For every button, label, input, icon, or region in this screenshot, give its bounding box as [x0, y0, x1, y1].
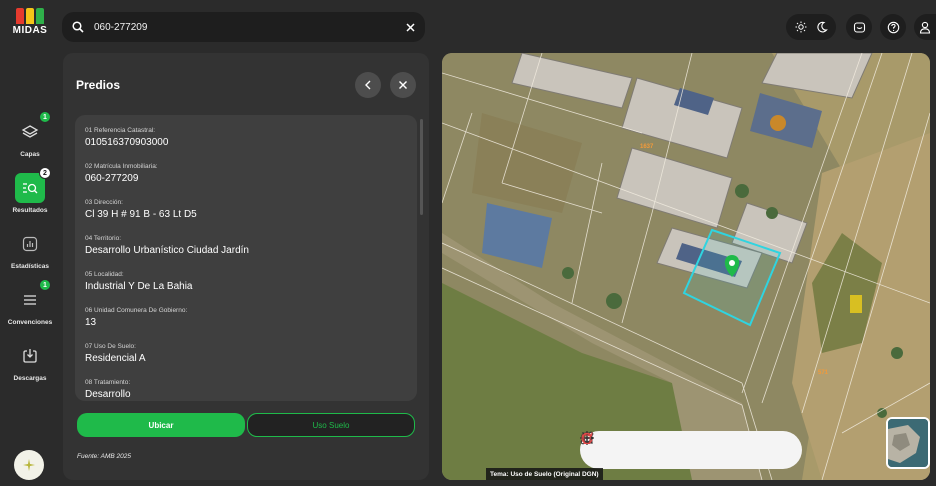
rail-label-estadisticas: Estadísticas [11, 263, 49, 270]
parcel-label-1637: 1637 [640, 144, 654, 150]
rail-item-capas[interactable]: 1 Capas [0, 111, 60, 158]
field-label: 05 Localidad: [85, 271, 124, 278]
map-toolbar [580, 431, 802, 469]
clear-search-icon[interactable] [406, 22, 415, 32]
sun-icon[interactable] [795, 21, 807, 33]
pan-tool[interactable] [580, 431, 688, 460]
rail-item-resultados[interactable]: 2 Resultados [0, 167, 60, 214]
search-bar[interactable]: 060-277209 [62, 12, 425, 42]
chevron-left-icon [365, 80, 371, 90]
field-label: 08 Tratamiento: [85, 379, 131, 386]
stats-icon [15, 229, 45, 259]
user-button[interactable] [914, 14, 936, 40]
field-value: Cl 39 H # 91 B - 63 Lt D5 [85, 209, 197, 220]
field-label: 06 Unidad Comunera De Gobierno: [85, 307, 188, 314]
rail-item-descargas[interactable]: Descargas [0, 341, 60, 382]
download-icon [15, 341, 45, 371]
sparkle-icon [23, 459, 35, 471]
basemap-preview [888, 419, 928, 467]
field-value: 13 [85, 317, 97, 328]
reset-tool[interactable] [581, 432, 791, 460]
field-uso-de-suelo: 07 Uso De Suelo: Residencial A [85, 342, 385, 378]
search-icon [72, 21, 84, 33]
rail-label-convenciones: Convenciones [7, 319, 53, 326]
route-tool[interactable] [580, 431, 740, 460]
zoom-in-tool[interactable] [581, 432, 637, 460]
settings-sparkle-button[interactable] [14, 450, 44, 480]
uso-suelo-button[interactable]: Uso Suelo [247, 413, 415, 437]
close-panel-button[interactable] [390, 72, 416, 98]
midas-logo[interactable]: MIDAS [10, 8, 50, 36]
help-icon [887, 21, 899, 33]
field-value: 060-277209 [85, 173, 139, 184]
refresh-icon [581, 432, 593, 444]
app-root: MIDAS 1 Capas 2 Resultados Estadísticas [0, 0, 936, 486]
field-value: Desarrollo Urbanístico Ciudad Jardín [85, 245, 249, 256]
logo-text: MIDAS [12, 25, 48, 36]
ubicar-button[interactable]: Ubicar [77, 413, 245, 437]
field-value: Residencial A [85, 353, 146, 364]
field-unidad-comunera: 06 Unidad Comunera De Gobierno: 13 [85, 306, 385, 342]
field-label: 03 Dirección: [85, 199, 123, 206]
left-rail: MIDAS 1 Capas 2 Resultados Estadísticas [0, 0, 60, 486]
map-view[interactable]: 1637 571 Tema: Uso de Suelo (Original DG… [442, 53, 930, 480]
badge-resultados: 2 [39, 167, 51, 179]
field-value: Desarrollo [85, 389, 131, 400]
rail-label-resultados: Resultados [12, 207, 48, 214]
field-label: 04 Territorio: [85, 235, 122, 242]
field-value: 010516370903000 [85, 137, 169, 148]
basemap-thumbnail[interactable] [886, 417, 930, 469]
back-button[interactable] [355, 72, 381, 98]
inbox-icon [853, 21, 865, 33]
field-referencia-catastral: 01 Referencia Catastral: 010516370903000 [85, 126, 385, 162]
badge-convenciones: 1 [39, 279, 51, 291]
field-label: 07 Uso De Suelo: [85, 343, 136, 350]
field-localidad: 05 Localidad: Industrial Y De La Bahia [85, 270, 385, 306]
rail-item-estadisticas[interactable]: Estadísticas [0, 229, 60, 270]
field-direccion: 03 Dirección: Cl 39 H # 91 B - 63 Lt D5 [85, 198, 385, 234]
field-label: 01 Referencia Catastral: [85, 127, 156, 134]
inbox-button[interactable] [846, 14, 872, 40]
user-icon [919, 21, 931, 34]
zoom-out-tool[interactable] [581, 437, 662, 460]
rail-item-convenciones[interactable]: 1 Convenciones [0, 279, 60, 326]
moon-icon[interactable] [816, 21, 828, 33]
rail-label-descargas: Descargas [13, 375, 47, 382]
field-matricula-inmobiliaria: 02 Matrícula Inmobiliaria: 060-277209 [85, 162, 385, 198]
satellite-imagery [442, 53, 930, 480]
rail-label-capas: Capas [20, 151, 40, 158]
field-tratamiento: 08 Tratamiento: Desarrollo [85, 378, 385, 401]
theme-toggle[interactable] [786, 14, 836, 40]
layers-icon: 1 [15, 111, 51, 147]
results-search-icon: 2 [15, 167, 51, 203]
card-scrollbar[interactable] [420, 119, 423, 215]
field-territorio: 04 Territorio: Desarrollo Urbanístico Ci… [85, 234, 385, 270]
parcel-label-571: 571 [818, 370, 829, 376]
panel-title: Predios [76, 78, 121, 92]
field-value: Industrial Y De La Bahia [85, 281, 193, 292]
logo-mark-icon [10, 8, 50, 24]
help-button[interactable] [880, 14, 906, 40]
predio-details-card[interactable]: 01 Referencia Catastral: 010516370903000… [75, 115, 417, 401]
delete-tool[interactable] [582, 432, 765, 460]
search-input[interactable]: 060-277209 [94, 22, 406, 33]
polygon-tool[interactable] [582, 432, 714, 460]
legend-list-icon: 1 [15, 279, 51, 315]
predios-panel: Predios 01 Referencia Catastral: 0105163… [63, 53, 429, 480]
field-label: 02 Matrícula Inmobiliaria: [85, 163, 158, 170]
source-note: Fuente: AMB 2025 [77, 453, 131, 460]
predio-fields: 01 Referencia Catastral: 010516370903000… [85, 126, 385, 401]
close-icon [399, 81, 407, 89]
badge-capas: 1 [39, 111, 51, 123]
map-theme-label: Tema: Uso de Suelo (Original DGN) [486, 468, 603, 480]
